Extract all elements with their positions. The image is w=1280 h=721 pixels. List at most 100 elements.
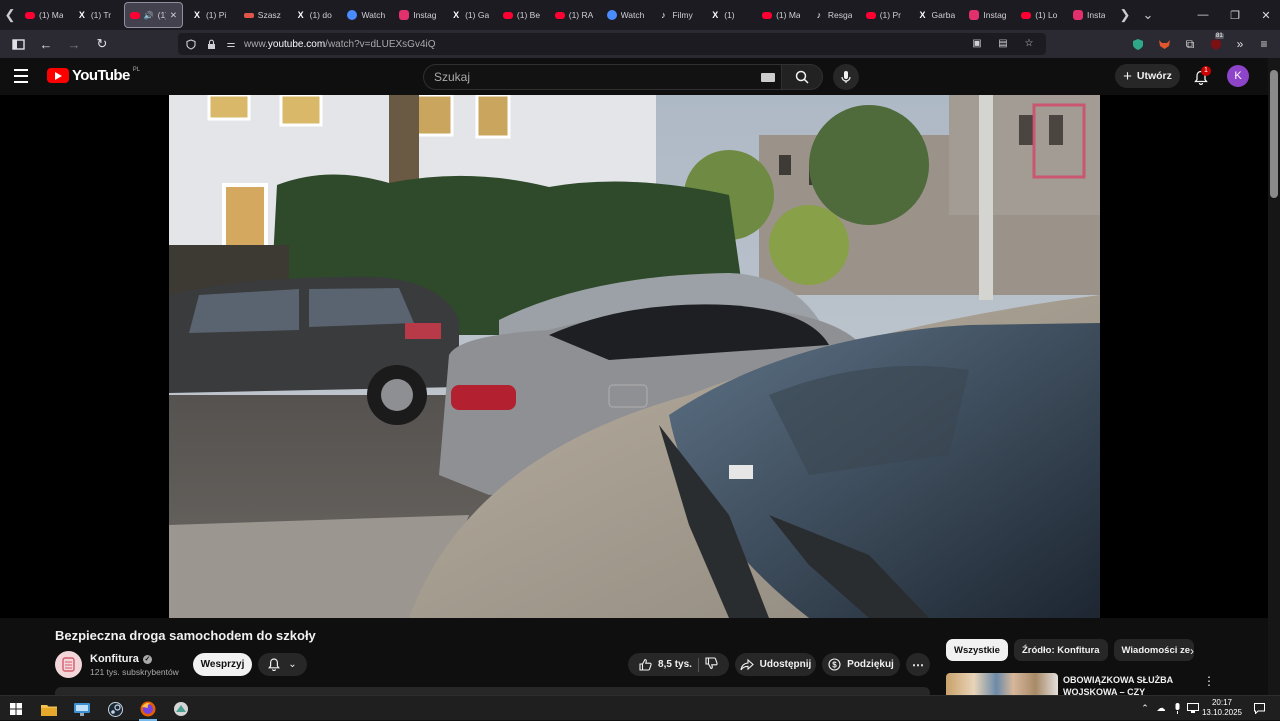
tab-scroll-left-icon[interactable]: ❮ [0,0,20,30]
browser-tab[interactable]: (1) Be [498,2,546,28]
overflow-chevrons-icon[interactable]: » [1229,33,1251,55]
steam-icon[interactable] [105,699,125,719]
chips-next-icon[interactable]: › [1190,644,1194,658]
more-actions-button[interactable]: ⋯ [906,653,930,676]
extension-ublock-icon[interactable]: 81 [1205,33,1227,55]
browser-tab[interactable]: X (1) Tr [72,2,120,28]
browser-tab[interactable]: ♪ Resga [809,2,857,28]
firefox-icon[interactable] [138,699,158,719]
extension-fox-icon[interactable] [1153,33,1175,55]
browser-tab[interactable]: X (1) [705,2,753,28]
remote-desktop-icon[interactable] [72,699,92,719]
thanks-button[interactable]: $ Podziękuj [822,653,900,676]
x-icon: X [78,10,85,20]
forward-icon[interactable]: → [62,32,86,56]
join-button[interactable]: Wesprzyj [193,653,252,676]
tab-label: Resga [827,10,852,20]
sidebar-toggle-icon[interactable] [6,32,30,56]
search-input[interactable]: Szukaj [423,64,781,90]
youtube-masthead: YouTube PL Szukaj + Utwórz 1 K [0,58,1268,95]
network-icon[interactable] [1186,701,1200,715]
tiktok-icon: ♪ [661,10,666,20]
browser-tab[interactable]: X (1) Pi [187,2,235,28]
notification-center-icon[interactable] [1252,701,1266,715]
browser-tab[interactable]: Instag [964,2,1012,28]
file-explorer-icon[interactable] [39,699,59,719]
app-menu-icon[interactable]: ≡ [1253,33,1275,55]
extension-shield-icon[interactable] [1127,33,1149,55]
guide-menu-icon[interactable] [14,66,34,86]
microphone-tray-icon[interactable] [1170,701,1184,715]
tab-label: Watch [620,10,645,20]
tab-list-dropdown-icon[interactable]: ⌄ [1138,0,1158,30]
address-bar[interactable]: ⚌ www.youtube.com/watch?v=dLUEXsGv4iQ ▣ … [178,33,1046,55]
browser-tab[interactable]: (1) Ma [757,2,805,28]
browser-tab[interactable]: 🔊(1) ✕ [123,2,183,28]
chip-news[interactable]: Wiadomości ze [1113,639,1194,661]
bookmark-star-icon[interactable]: ☆ [1022,36,1036,50]
chip-source[interactable]: Źródło: Konfitura [1013,639,1108,661]
tab-label: (1) Be [516,10,541,20]
tray-overflow-icon[interactable]: ⌃ [1138,701,1152,715]
share-label: Udostępnij [759,659,812,670]
keyboard-icon[interactable] [761,73,775,82]
onedrive-cloud-icon[interactable]: ☁ [1154,701,1168,715]
channel-avatar[interactable] [55,651,82,678]
share-button[interactable]: Udostępnij [735,653,816,676]
browser-tab[interactable]: Watch [602,2,650,28]
chip-all[interactable]: Wszystkie [946,639,1008,661]
browser-tab[interactable]: Instag [394,2,442,28]
scrollbar-thumb[interactable] [1270,70,1278,198]
create-button[interactable]: + Utwórz [1115,64,1180,88]
video-player[interactable] [0,95,1268,618]
back-icon[interactable]: ← [34,32,58,56]
like-button[interactable]: 8,5 tys. [639,658,692,671]
bell-icon [268,658,281,671]
extensions-puzzle-icon[interactable]: ⧉ [1179,33,1201,55]
tab-label: Instag [413,10,437,20]
voice-search-button[interactable] [833,64,859,90]
youtube-icon [25,11,35,19]
video-frame-image [169,95,1100,618]
subscription-notifications-button[interactable]: ⌄ [258,653,307,676]
channel-name-link[interactable]: Konfitura ✓ [90,653,152,665]
recommended-title[interactable]: OBOWIĄZKOWA SŁUŻBA WOJSKOWA – CZY KOBIET… [1063,674,1187,695]
browser-tab[interactable]: X (1) Ga [446,2,494,28]
tab-audio-icon[interactable]: 🔊 [144,11,154,20]
minimize-icon[interactable]: — [1187,0,1219,30]
recommended-menu-icon[interactable]: ⋮ [1203,674,1215,688]
app-icon[interactable] [171,699,191,719]
reload-icon[interactable]: ↻ [90,32,114,56]
browser-tab[interactable]: Szasz [239,2,287,28]
browser-tab[interactable]: X Garba [913,2,961,28]
browser-tab[interactable]: (1) Lo [1016,2,1064,28]
windows-start-icon[interactable] [6,699,26,719]
permissions-icon[interactable]: ⚌ [224,37,238,51]
system-clock[interactable]: 20:17 13.10.2025 [1202,698,1242,718]
dislike-button[interactable] [705,656,718,673]
page-scrollbar[interactable] [1268,58,1280,695]
tracking-protection-icon[interactable] [184,37,198,51]
picture-in-picture-icon[interactable]: ▣ [970,36,984,50]
browser-tab[interactable]: (1) RA [550,2,598,28]
close-window-icon[interactable]: ✕ [1250,0,1280,30]
close-tab-icon[interactable]: ✕ [170,10,177,21]
reader-view-icon[interactable]: ▤ [996,36,1010,50]
youtube-logo[interactable]: YouTube PL [47,67,140,84]
browser-tab[interactable]: (1) Pr [861,2,909,28]
description-box[interactable] [55,687,930,695]
url-prefix: www. [244,38,268,50]
search-button[interactable] [781,64,823,90]
recommended-thumbnail[interactable] [946,673,1058,695]
like-count: 8,5 tys. [658,659,692,670]
tab-scroll-right-icon[interactable]: ❯ [1115,0,1135,30]
browser-tab[interactable]: ♪ Filmy [653,2,701,28]
account-avatar[interactable]: K [1227,65,1249,87]
video-frame[interactable] [169,95,1100,618]
browser-tab[interactable]: X (1) do [291,2,339,28]
browser-tab[interactable]: Watch [342,2,390,28]
browser-tab[interactable]: Insta [1068,2,1116,28]
restore-icon[interactable]: ❐ [1219,0,1251,30]
browser-tab[interactable]: (1) Ma [20,2,68,28]
lock-icon[interactable] [204,37,218,51]
